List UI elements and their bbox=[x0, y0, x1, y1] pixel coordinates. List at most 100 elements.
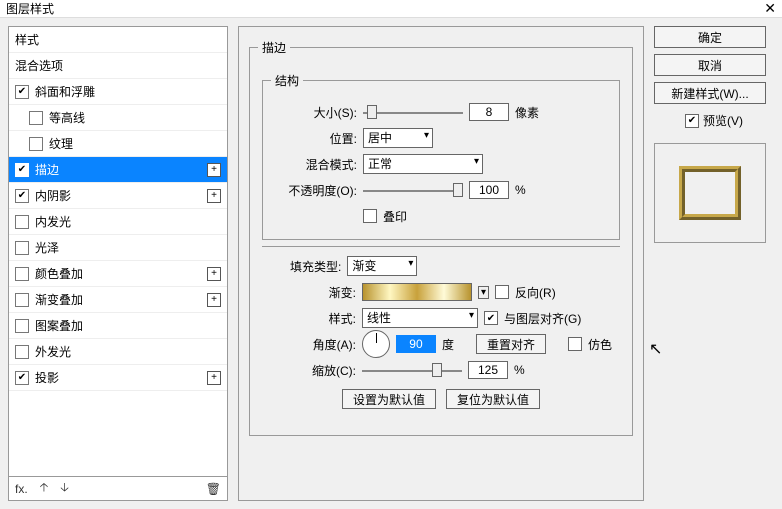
style-item-checkbox[interactable] bbox=[29, 111, 43, 125]
size-input[interactable] bbox=[469, 103, 509, 121]
angle-unit: 度 bbox=[442, 336, 454, 353]
angle-label: 角度(A): bbox=[270, 336, 356, 353]
blend-mode-select[interactable]: 正常 bbox=[363, 154, 483, 174]
overprint-label: 叠印 bbox=[383, 208, 407, 225]
style-item-checkbox[interactable] bbox=[15, 345, 29, 359]
set-default-button[interactable]: 设置为默认值 bbox=[342, 389, 436, 409]
position-select[interactable]: 居中 bbox=[363, 128, 433, 148]
opacity-unit: % bbox=[515, 183, 526, 197]
add-effect-icon[interactable]: + bbox=[207, 371, 221, 385]
style-item-checkbox[interactable] bbox=[15, 215, 29, 229]
style-item-checkbox[interactable] bbox=[15, 267, 29, 281]
size-unit: 像素 bbox=[515, 104, 539, 121]
scale-input[interactable] bbox=[468, 361, 508, 379]
opacity-input[interactable] bbox=[469, 181, 509, 199]
style-item-label: 颜色叠加 bbox=[35, 265, 207, 282]
style-item-4[interactable]: 内阴影+ bbox=[9, 183, 227, 209]
preview-thumbnail bbox=[654, 143, 766, 243]
gradient-swatch[interactable] bbox=[362, 283, 472, 301]
style-item-8[interactable]: 渐变叠加+ bbox=[9, 287, 227, 313]
new-style-button[interactable]: 新建样式(W)... bbox=[654, 82, 766, 104]
overprint-checkbox[interactable] bbox=[363, 209, 377, 223]
dialog-buttons: 确定 取消 新建样式(W)... 预览(V) bbox=[654, 26, 774, 501]
style-item-7[interactable]: 颜色叠加+ bbox=[9, 261, 227, 287]
style-item-label: 内发光 bbox=[35, 213, 221, 230]
style-item-checkbox[interactable] bbox=[15, 163, 29, 177]
style-item-6[interactable]: 光泽 bbox=[9, 235, 227, 261]
style-item-2[interactable]: 纹理 bbox=[9, 131, 227, 157]
angle-input[interactable] bbox=[396, 335, 436, 353]
style-item-checkbox[interactable] bbox=[15, 189, 29, 203]
fill-type-label: 填充类型: bbox=[290, 258, 341, 275]
styles-list: 样式 混合选项 斜面和浮雕等高线纹理描边+内阴影+内发光光泽颜色叠加+渐变叠加+… bbox=[8, 26, 228, 501]
reverse-checkbox[interactable] bbox=[495, 285, 509, 299]
opacity-slider[interactable] bbox=[363, 183, 463, 197]
add-effect-icon[interactable]: + bbox=[207, 163, 221, 177]
styles-footer: fx. 🡡 🡣 🗑 bbox=[9, 476, 227, 500]
dither-label: 仿色 bbox=[588, 336, 612, 353]
styles-header[interactable]: 样式 bbox=[9, 27, 227, 53]
style-item-label: 等高线 bbox=[49, 109, 221, 126]
style-item-3[interactable]: 描边+ bbox=[9, 157, 227, 183]
gradient-style-select[interactable]: 线性 bbox=[362, 308, 478, 328]
move-up-icon[interactable]: 🡡 bbox=[40, 478, 49, 499]
preview-label: 预览(V) bbox=[703, 112, 743, 129]
reverse-label: 反向(R) bbox=[515, 284, 556, 301]
style-item-5[interactable]: 内发光 bbox=[9, 209, 227, 235]
window-title: 图层样式 bbox=[6, 0, 54, 17]
style-label: 样式: bbox=[270, 310, 356, 327]
structure-legend: 结构 bbox=[271, 72, 303, 89]
style-item-1[interactable]: 等高线 bbox=[9, 105, 227, 131]
dither-checkbox[interactable] bbox=[568, 337, 582, 351]
style-item-label: 外发光 bbox=[35, 343, 221, 360]
style-item-checkbox[interactable] bbox=[15, 293, 29, 307]
fill-fieldset: 填充类型: 渐变 渐变: ▾ 反向(R) 样式: 线性 与图层对齐(G) bbox=[262, 246, 620, 419]
fill-type-select[interactable]: 渐变 bbox=[347, 256, 417, 276]
move-down-icon[interactable]: 🡣 bbox=[60, 478, 69, 499]
add-effect-icon[interactable]: + bbox=[207, 293, 221, 307]
add-effect-icon[interactable]: + bbox=[207, 189, 221, 203]
size-label: 大小(S): bbox=[271, 104, 357, 121]
add-effect-icon[interactable]: + bbox=[207, 267, 221, 281]
scale-unit: % bbox=[514, 363, 525, 377]
settings-panel: 描边 结构 大小(S): 像素 位置: 居中 混合模式: 正常 bbox=[238, 26, 644, 501]
style-item-checkbox[interactable] bbox=[15, 241, 29, 255]
close-icon[interactable]: ✕ bbox=[764, 0, 776, 17]
blend-label: 混合模式: bbox=[271, 156, 357, 173]
angle-dial[interactable] bbox=[362, 330, 390, 358]
size-slider[interactable] bbox=[363, 105, 463, 119]
scale-label: 缩放(C): bbox=[270, 362, 356, 379]
style-item-checkbox[interactable] bbox=[15, 371, 29, 385]
stroke-fieldset: 描边 结构 大小(S): 像素 位置: 居中 混合模式: 正常 bbox=[249, 39, 633, 436]
align-label: 与图层对齐(G) bbox=[504, 310, 581, 327]
style-item-label: 渐变叠加 bbox=[35, 291, 207, 308]
structure-fieldset: 结构 大小(S): 像素 位置: 居中 混合模式: 正常 不透明度(O): bbox=[262, 72, 620, 240]
style-item-label: 描边 bbox=[35, 161, 207, 178]
blend-options-header[interactable]: 混合选项 bbox=[9, 53, 227, 79]
style-item-10[interactable]: 外发光 bbox=[9, 339, 227, 365]
preview-checkbox[interactable] bbox=[685, 114, 699, 128]
style-item-checkbox[interactable] bbox=[15, 319, 29, 333]
style-item-label: 纹理 bbox=[49, 135, 221, 152]
style-item-checkbox[interactable] bbox=[15, 85, 29, 99]
scale-slider[interactable] bbox=[362, 363, 462, 377]
reset-default-button[interactable]: 复位为默认值 bbox=[446, 389, 540, 409]
ok-button[interactable]: 确定 bbox=[654, 26, 766, 48]
style-item-checkbox[interactable] bbox=[29, 137, 43, 151]
gradient-dropdown-icon[interactable]: ▾ bbox=[478, 286, 489, 299]
position-label: 位置: bbox=[271, 130, 357, 147]
style-item-0[interactable]: 斜面和浮雕 bbox=[9, 79, 227, 105]
cancel-button[interactable]: 取消 bbox=[654, 54, 766, 76]
trash-icon[interactable]: 🗑 bbox=[206, 482, 221, 496]
style-item-label: 斜面和浮雕 bbox=[35, 83, 221, 100]
style-item-9[interactable]: 图案叠加 bbox=[9, 313, 227, 339]
reset-align-button[interactable]: 重置对齐 bbox=[476, 334, 546, 354]
preview-frame bbox=[679, 166, 741, 220]
style-item-label: 光泽 bbox=[35, 239, 221, 256]
align-checkbox[interactable] bbox=[484, 311, 498, 325]
style-item-label: 投影 bbox=[35, 369, 207, 386]
style-item-11[interactable]: 投影+ bbox=[9, 365, 227, 391]
gradient-label: 渐变: bbox=[270, 284, 356, 301]
style-item-label: 图案叠加 bbox=[35, 317, 221, 334]
fx-menu[interactable]: fx. bbox=[15, 482, 28, 496]
